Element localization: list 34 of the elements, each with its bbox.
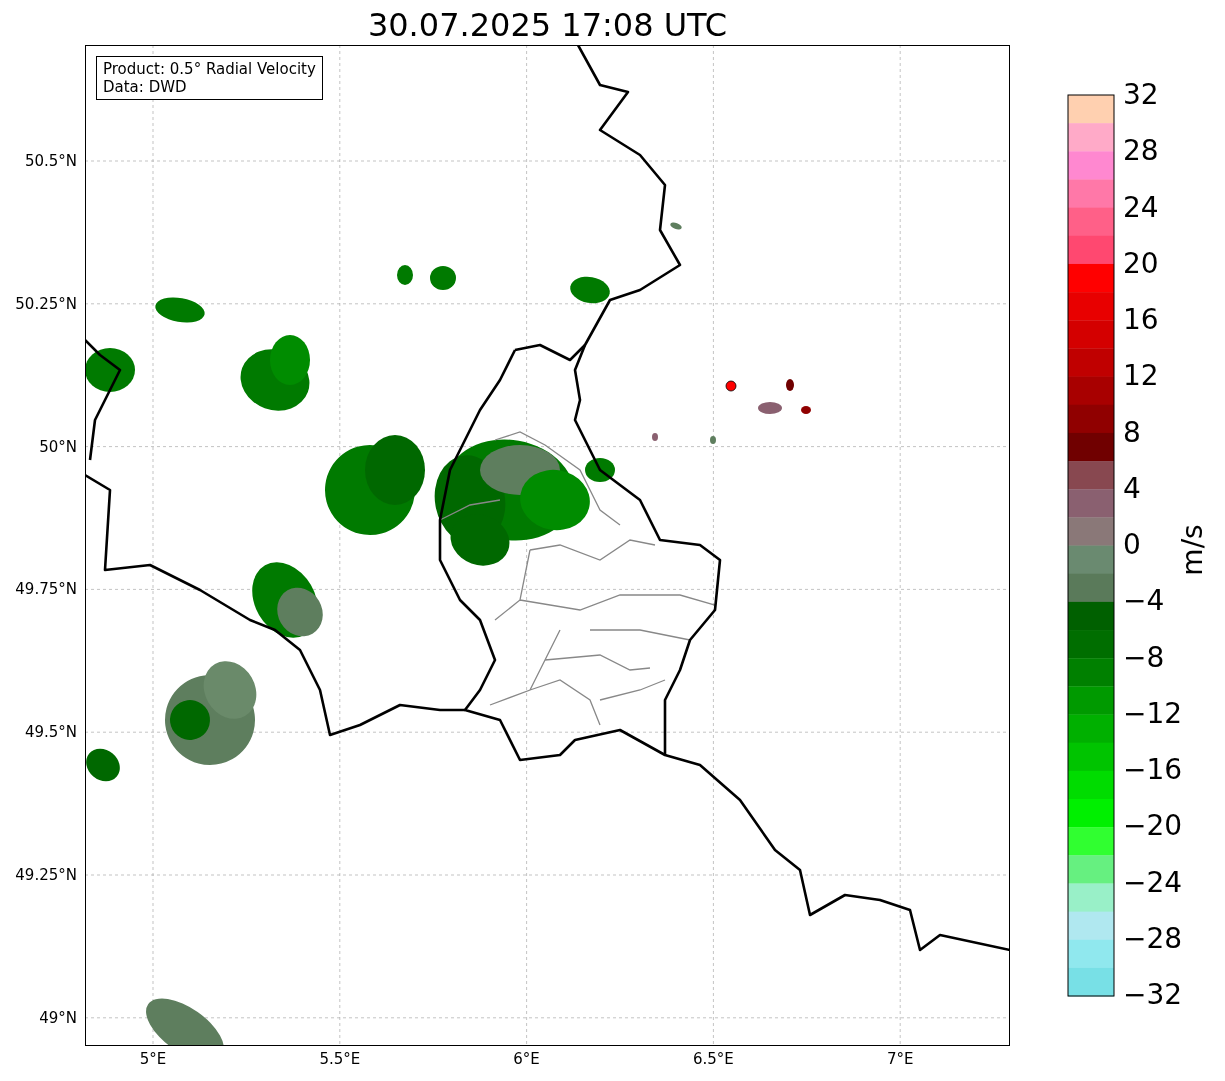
chart-title: 30.07.2025 17:08 UTC bbox=[367, 9, 728, 45]
axis-tick-label: 50.5°N bbox=[24, 153, 77, 169]
axis-tick-label: 49°N bbox=[39, 1010, 77, 1026]
axis-tick-label: 50.25°N bbox=[15, 296, 77, 312]
colorbar-tick-label: 28 bbox=[1123, 137, 1159, 166]
axis-tick-label: 7°E bbox=[886, 1052, 914, 1067]
axis-tick-label: 6°E bbox=[513, 1052, 540, 1067]
colorbar-tick-label: 0 bbox=[1123, 531, 1141, 559]
axis-tick-label: 6.5°E bbox=[692, 1052, 734, 1067]
axis-tick-label: 50°N bbox=[39, 439, 77, 455]
colorbar-tick-label: −8 bbox=[1123, 643, 1165, 672]
colorbar-tick-label: −24 bbox=[1123, 868, 1183, 897]
axis-tick-label: 49.5°N bbox=[24, 724, 77, 740]
colorbar-tick-label: −12 bbox=[1123, 699, 1183, 728]
colorbar-tick-label: 8 bbox=[1123, 418, 1141, 447]
colorbar-tick-label: 4 bbox=[1123, 474, 1141, 503]
colorbar-tick-label: −20 bbox=[1123, 812, 1183, 841]
colorbar-label: m/s bbox=[1175, 524, 1209, 576]
colorbar-tick-label: −32 bbox=[1123, 981, 1183, 1009]
colorbar-tick-label: −4 bbox=[1123, 587, 1165, 616]
axis-tick-label: 49.25°N bbox=[15, 867, 77, 883]
colorbar-tick-label: 32 bbox=[1123, 81, 1159, 109]
info-text: Data: DWD bbox=[103, 78, 188, 96]
colorbar-tick-label: −28 bbox=[1123, 924, 1183, 953]
colorbar-tick-label: 20 bbox=[1123, 249, 1159, 278]
axis-tick-label: 49.75°N bbox=[15, 581, 77, 597]
info-text: Product: 0.5° Radial Velocity bbox=[103, 60, 316, 78]
colorbar-tick-label: 16 bbox=[1123, 306, 1159, 334]
colorbar-tick-label: −16 bbox=[1123, 756, 1183, 784]
colorbar-tick-label: 24 bbox=[1123, 193, 1159, 222]
radar-site-marker bbox=[725, 380, 737, 392]
axis-tick-label: 5°E bbox=[139, 1052, 167, 1067]
colorbar-tick-label: 12 bbox=[1123, 362, 1159, 391]
axis-tick-label: 5.5°E bbox=[319, 1052, 361, 1067]
